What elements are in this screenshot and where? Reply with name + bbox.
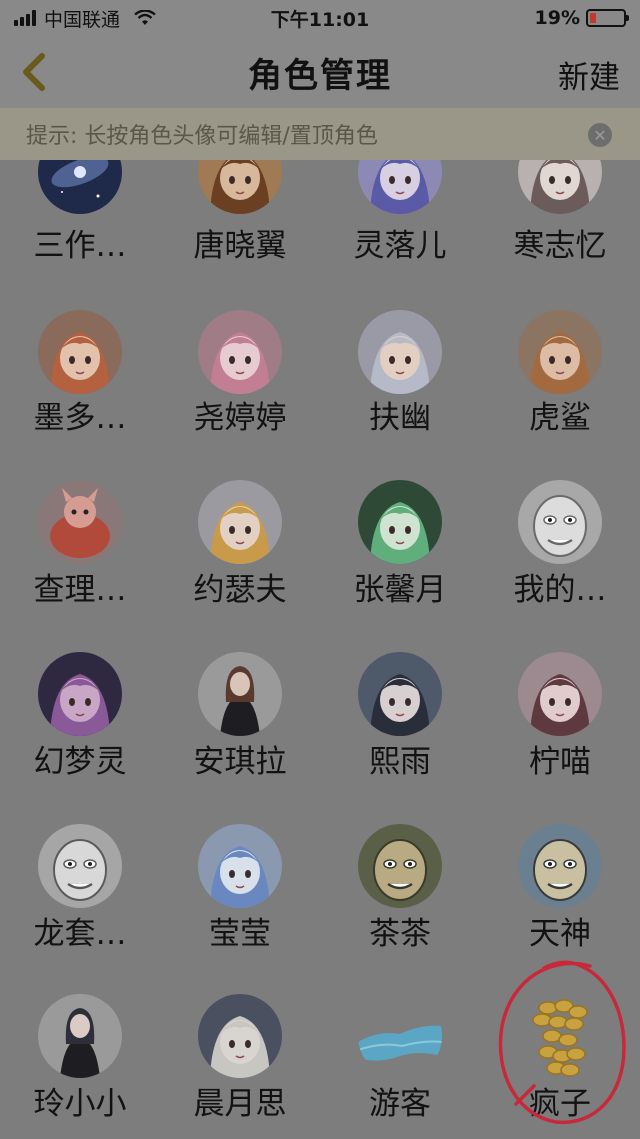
role-name: 约瑟夫 <box>193 572 287 608</box>
new-role-button[interactable]: 新建 <box>558 52 620 97</box>
status-right: 19% <box>534 7 629 29</box>
close-icon[interactable]: ✕ <box>588 123 612 147</box>
battery-icon <box>586 9 629 27</box>
status-left: 中国联通 <box>14 5 156 32</box>
role-avatar[interactable] <box>518 994 602 1078</box>
back-chevron-icon[interactable] <box>14 50 54 94</box>
role-avatar[interactable] <box>38 480 122 564</box>
wifi-icon <box>134 10 156 25</box>
role-item[interactable]: 玲小小 <box>0 160 160 1122</box>
signal-icon <box>14 10 36 26</box>
role-name: 天神 <box>529 916 591 952</box>
role-item[interactable]: 疯子 <box>480 160 640 1122</box>
role-avatar[interactable] <box>198 480 282 564</box>
role-avatar[interactable] <box>358 480 442 564</box>
role-avatar[interactable] <box>358 652 442 736</box>
role-name: 扶幽 <box>369 400 431 436</box>
role-item[interactable]: 游客 <box>320 160 480 1122</box>
carrier-label: 中国联通 <box>44 8 121 31</box>
role-avatar[interactable] <box>38 652 122 736</box>
nav-bar: 角色管理 新建 <box>0 36 640 108</box>
role-grid: 三作… 唐晓翼 灵落儿 寒志忆 墨多… 尧婷婷 扶幽 虎鲨 查理… 约瑟夫 张馨… <box>0 160 640 1139</box>
role-name: 熙雨 <box>369 744 431 780</box>
role-name: 查理… <box>33 572 127 608</box>
role-avatar[interactable] <box>358 824 442 908</box>
role-item[interactable]: 晨月思 <box>160 160 320 1122</box>
role-name: 晨月思 <box>193 1086 287 1122</box>
role-name: 玲小小 <box>33 1086 127 1122</box>
role-name: 幻梦灵 <box>33 744 127 780</box>
role-name: 墨多… <box>33 400 127 436</box>
role-avatar[interactable] <box>518 480 602 564</box>
role-name: 安琪拉 <box>193 744 287 780</box>
role-name: 柠喵 <box>529 744 591 780</box>
role-name: 张馨月 <box>353 572 447 608</box>
battery-percent: 19% <box>534 7 580 29</box>
role-avatar[interactable] <box>38 994 122 1078</box>
role-name: 茶茶 <box>369 916 431 952</box>
role-avatar[interactable] <box>38 824 122 908</box>
status-bar: 中国联通 下午11:01 19% <box>0 0 640 36</box>
page-title: 角色管理 <box>248 55 392 96</box>
role-name: 虎鲨 <box>529 400 591 436</box>
role-avatar[interactable] <box>198 824 282 908</box>
role-name: 我的… <box>513 572 607 608</box>
tip-banner: 提示: 长按角色头像可编辑/置顶角色 ✕ <box>0 108 640 160</box>
role-name: 龙套… <box>33 916 127 952</box>
tip-text: 提示: 长按角色头像可编辑/置顶角色 <box>26 124 378 149</box>
role-avatar[interactable] <box>358 994 442 1078</box>
role-name: 尧婷婷 <box>193 400 287 436</box>
role-avatar[interactable] <box>518 824 602 908</box>
role-name: 疯子 <box>529 1086 591 1122</box>
role-name: 游客 <box>369 1086 431 1122</box>
role-avatar[interactable] <box>198 652 282 736</box>
role-avatar[interactable] <box>198 994 282 1078</box>
role-name: 莹莹 <box>209 916 271 952</box>
role-avatar[interactable] <box>518 652 602 736</box>
battery-level <box>590 13 597 23</box>
